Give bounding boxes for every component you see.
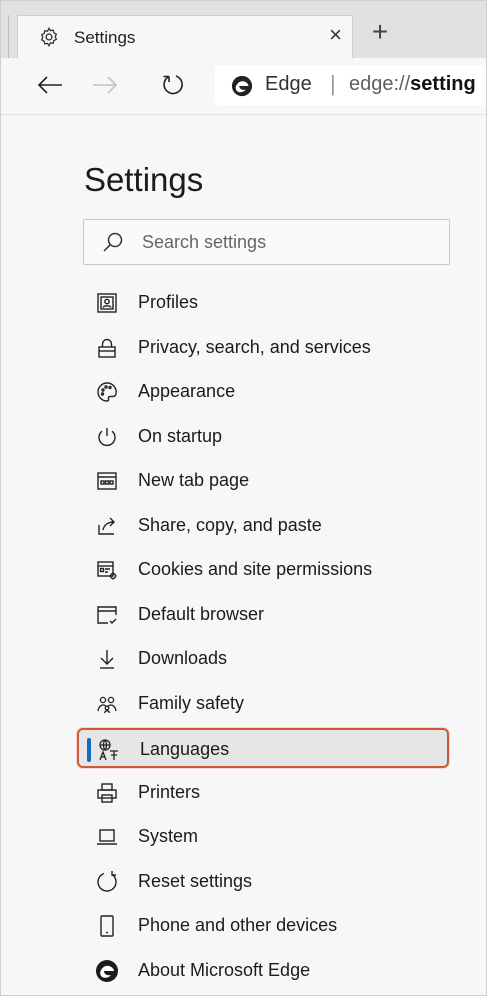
share-icon <box>95 514 119 538</box>
sidebar-item-new-tab-page[interactable]: New tab page <box>77 461 449 501</box>
sidebar-item-printers[interactable]: Printers <box>77 773 449 813</box>
phone-icon <box>95 914 119 938</box>
sidebar-item-label: About Microsoft Edge <box>138 960 311 980</box>
sidebar-item-languages[interactable]: Languages <box>77 728 449 768</box>
sidebar-item-label: Printers <box>138 782 201 802</box>
sidebar-item-label: Appearance <box>138 381 236 401</box>
sidebar-item-label: Privacy, search, and services <box>138 337 371 357</box>
palette-icon <box>95 380 119 404</box>
sidebar-item-phone[interactable]: Phone and other devices <box>77 906 449 946</box>
laptop-icon <box>95 825 119 849</box>
sidebar-item-label: Languages <box>140 739 230 759</box>
address-bar[interactable]: Edge | edge://setting <box>215 65 486 105</box>
url-prefix: edge:// <box>349 73 411 95</box>
edge-logo-icon <box>231 75 253 97</box>
download-icon <box>95 647 119 671</box>
reset-icon <box>95 870 119 894</box>
sidebar-item-profiles[interactable]: Profiles <box>77 283 449 323</box>
sidebar-item-system[interactable]: System <box>77 817 449 857</box>
sidebar-item-label: Family safety <box>138 693 245 713</box>
sidebar-item-share[interactable]: Share, copy, and paste <box>77 506 449 546</box>
tab-settings[interactable]: Settings × <box>17 15 353 58</box>
newtab-icon <box>95 469 119 493</box>
sidebar-item-label: System <box>138 826 199 846</box>
address-separator: | <box>330 71 336 96</box>
sidebar-item-label: Default browser <box>138 604 265 624</box>
sidebar-item-appearance[interactable]: Appearance <box>77 372 449 412</box>
browser-window: Settings × + Edge | edge://setting Setti… <box>0 0 487 996</box>
new-tab-button[interactable]: + <box>367 18 393 46</box>
edge-logo-icon <box>95 959 119 983</box>
search-placeholder: Search settings <box>142 232 267 252</box>
refresh-icon <box>161 73 185 97</box>
address-url: edge://setting <box>349 73 476 96</box>
refresh-button[interactable] <box>158 70 188 100</box>
sidebar-item-label: Share, copy, and paste <box>138 515 322 535</box>
cookies-icon <box>95 558 119 582</box>
page-title: Settings <box>84 161 204 198</box>
active-indicator <box>87 738 91 762</box>
toolbar: Edge | edge://setting <box>1 58 486 115</box>
sidebar-item-startup[interactable]: On startup <box>77 417 449 457</box>
sidebar-item-cookies[interactable]: Cookies and site permissions <box>77 550 449 590</box>
lock-icon <box>95 336 119 360</box>
sidebar-item-label: Phone and other devices <box>138 915 338 935</box>
printer-icon <box>95 781 119 805</box>
gear-icon <box>38 26 60 48</box>
close-icon[interactable]: × <box>329 24 342 46</box>
search-icon <box>102 231 124 253</box>
url-host: setting <box>410 73 476 95</box>
sidebar-item-label: Profiles <box>138 292 199 312</box>
tab-strip: Settings × + <box>1 1 486 58</box>
language-icon <box>97 738 121 762</box>
sidebar-item-label: Downloads <box>138 648 228 668</box>
sidebar-item-family-safety[interactable]: Family safety <box>77 684 449 724</box>
power-icon <box>95 425 119 449</box>
back-button[interactable] <box>35 70 65 100</box>
sidebar-item-reset[interactable]: Reset settings <box>77 862 449 902</box>
sidebar-item-default-browser[interactable]: Default browser <box>77 595 449 635</box>
search-input[interactable]: Search settings <box>83 219 450 265</box>
sidebar-item-downloads[interactable]: Downloads <box>77 639 449 679</box>
sidebar-item-privacy[interactable]: Privacy, search, and services <box>77 328 449 368</box>
sidebar-item-label: Cookies and site permissions <box>138 559 373 579</box>
forward-button[interactable] <box>90 70 120 100</box>
sidebar-item-label: Reset settings <box>138 871 253 891</box>
forward-arrow-icon <box>92 75 118 95</box>
back-arrow-icon <box>37 75 63 95</box>
sidebar-item-label: New tab page <box>138 470 250 490</box>
profile-icon <box>95 291 119 315</box>
tab-title: Settings <box>74 28 136 47</box>
family-icon <box>95 692 119 716</box>
sidebar-item-label: On startup <box>138 426 223 446</box>
sidebar-item-about[interactable]: About Microsoft Edge <box>77 951 449 991</box>
browser-icon <box>95 603 119 627</box>
address-brand: Edge <box>265 73 312 95</box>
tab-edge <box>8 15 15 58</box>
